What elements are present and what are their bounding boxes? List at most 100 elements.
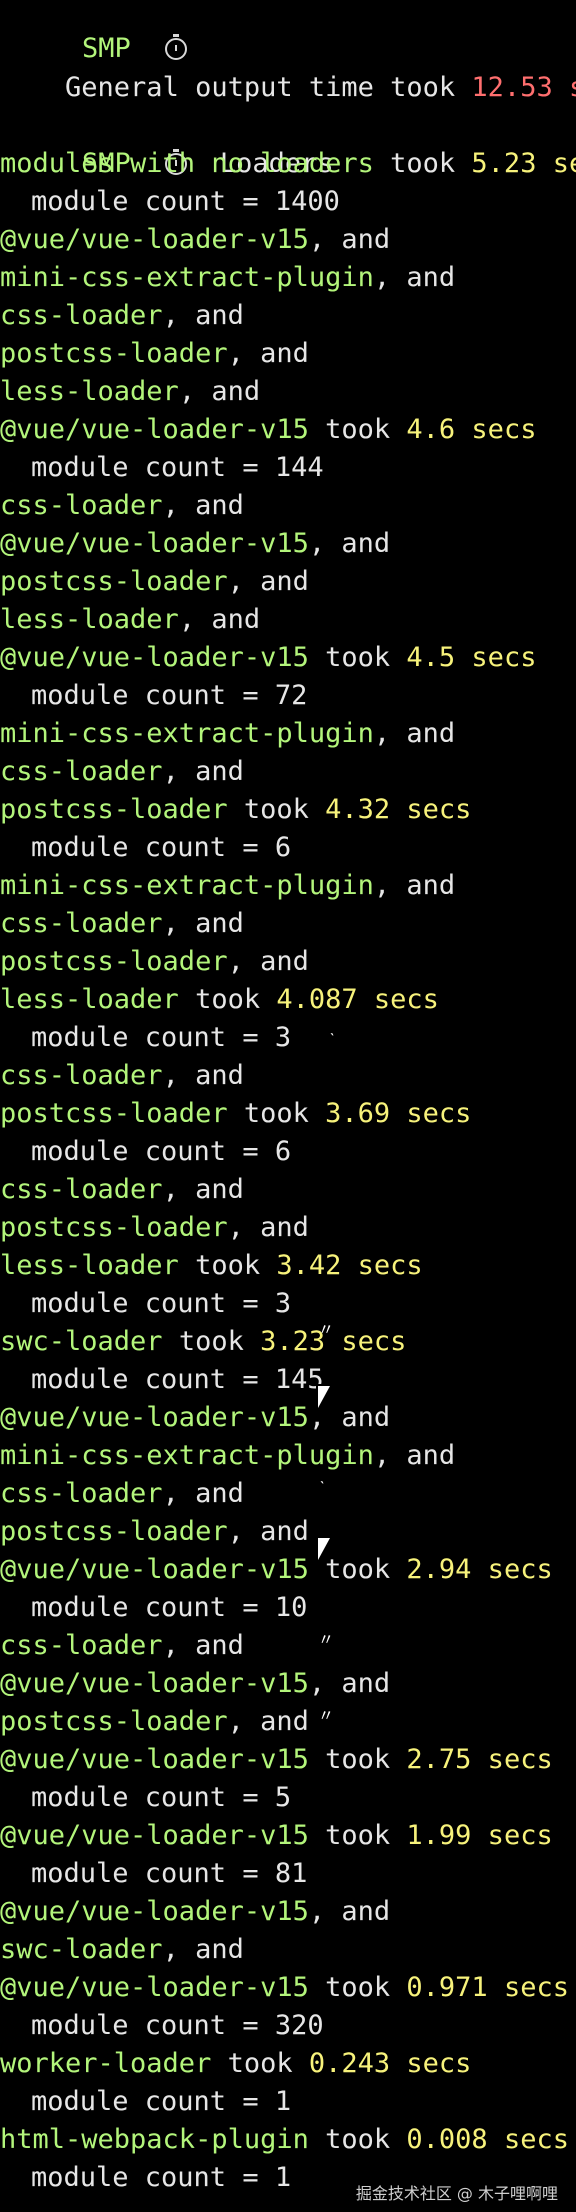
text-segment: , and — [178, 604, 261, 635]
loader-time: 4.32 secs — [325, 794, 472, 825]
cursor-trail-mark: ˋ — [318, 1478, 328, 1497]
text-segment: , and — [373, 262, 456, 293]
text-segment: , and — [227, 946, 309, 977]
loader-name: postcss-loader — [0, 1098, 228, 1129]
loader-timing-line: swc-loader, and — [0, 1931, 244, 1969]
text-segment: , and — [373, 870, 456, 901]
module-count-line: module count = 1 — [0, 2083, 291, 2121]
text-segment: , and — [373, 718, 456, 749]
loader-timing-line: modules with no loaders took 5.23 secs — [0, 145, 576, 183]
loader-time: 2.75 secs — [406, 1744, 553, 1775]
loader-timing-line: mini-css-extract-plugin, and — [0, 259, 455, 297]
loader-timing-line: less-loader, and — [0, 601, 260, 639]
loader-name: @vue/vue-loader-v15 — [0, 1972, 309, 2003]
loader-time: 0.008 secs — [406, 2124, 569, 2155]
loader-timing-line: @vue/vue-loader-v15 took 2.94 secs — [0, 1551, 553, 1589]
loader-timing-line: swc-loader took 3.23 secs — [0, 1323, 406, 1361]
loader-time: 3.69 secs — [325, 1098, 472, 1129]
module-count-line: module count = 81 — [0, 1855, 307, 1893]
text-segment: , and — [308, 528, 391, 559]
module-count-line: module count = 3 — [0, 1019, 291, 1057]
loader-name: @vue/vue-loader-v15 — [0, 1820, 309, 1851]
loader-time: 0.243 secs — [308, 2048, 472, 2079]
text-segment: , and — [162, 300, 244, 331]
loader-time: 5.23 secs — [471, 148, 576, 179]
text-segment: , and — [227, 338, 309, 369]
cursor-trail-mark: 〃 — [318, 1320, 335, 1339]
module-count-line: module count = 144 — [0, 449, 324, 487]
loader-timing-line: @vue/vue-loader-v15, and — [0, 221, 390, 259]
loader-name: css-loader — [0, 1060, 163, 1091]
loader-timing-line: @vue/vue-loader-v15 took 4.5 secs — [0, 639, 536, 677]
loader-timing-line: css-loader, and — [0, 1475, 244, 1513]
loader-name: mini-css-extract-plugin — [0, 870, 374, 901]
loader-name: @vue/vue-loader-v15 — [0, 414, 309, 445]
text-segment: took — [178, 1250, 277, 1281]
loader-name: html-webpack-plugin — [0, 2124, 309, 2155]
text-segment: , and — [162, 490, 244, 521]
loader-timing-line: mini-css-extract-plugin, and — [0, 715, 455, 753]
loader-timing-line: less-loader took 3.42 secs — [0, 1247, 423, 1285]
loader-timing-line: css-loader, and — [0, 1057, 244, 1095]
loader-timing-line: less-loader, and — [0, 373, 260, 411]
text-segment: took — [308, 414, 407, 445]
text-segment: took — [308, 642, 407, 673]
loader-timing-line: @vue/vue-loader-v15, and — [0, 1399, 390, 1437]
module-count-line: module count = 6 — [0, 829, 291, 867]
loader-timing-line: html-webpack-plugin took 0.008 secs — [0, 2121, 569, 2159]
text-segment: , and — [227, 1706, 309, 1737]
general-output-text: General output time took — [65, 72, 472, 103]
loader-name: modules with no loaders — [0, 148, 374, 179]
loader-timing-line: css-loader, and — [0, 753, 244, 791]
loader-timing-line: css-loader, and — [0, 1627, 244, 1665]
loader-name: less-loader — [0, 984, 179, 1015]
loader-timing-line: postcss-loader took 4.32 secs — [0, 791, 471, 829]
loader-timing-line: postcss-loader, and — [0, 1703, 309, 1741]
loader-name: worker-loader — [0, 2048, 212, 2079]
loader-name: @vue/vue-loader-v15 — [0, 1554, 309, 1585]
text-segment: , and — [308, 1668, 391, 1699]
loader-timing-line: postcss-loader, and — [0, 943, 309, 981]
loader-name: less-loader — [0, 1250, 179, 1281]
text-segment: , and — [162, 1174, 244, 1205]
loader-name: less-loader — [0, 376, 179, 407]
text-segment: took — [373, 148, 472, 179]
loader-timing-line: css-loader, and — [0, 905, 244, 943]
module-count-line: module count = 1 — [0, 2159, 291, 2197]
loader-name: postcss-loader — [0, 1212, 228, 1243]
cursor-trail-mark: ˋ — [328, 1030, 338, 1049]
loader-time: 2.94 secs — [406, 1554, 553, 1585]
loader-name: @vue/vue-loader-v15 — [0, 224, 309, 255]
cursor-trail-mark: 〃 — [318, 1706, 335, 1725]
loader-timing-line: @vue/vue-loader-v15 took 2.75 secs — [0, 1741, 553, 1779]
module-count-line: module count = 3 — [0, 1285, 291, 1323]
loader-name: less-loader — [0, 604, 179, 635]
loader-timing-line: postcss-loader, and — [0, 1209, 309, 1247]
loader-timing-line: mini-css-extract-plugin, and — [0, 867, 455, 905]
loader-timing-line: @vue/vue-loader-v15, and — [0, 1665, 390, 1703]
text-segment: , and — [308, 224, 391, 255]
loader-timing-line: @vue/vue-loader-v15 took 0.971 secs — [0, 1969, 569, 2007]
loader-name: postcss-loader — [0, 794, 228, 825]
loader-name: mini-css-extract-plugin — [0, 718, 374, 749]
loader-timing-line: @vue/vue-loader-v15 took 1.99 secs — [0, 1817, 553, 1855]
text-segment: took — [178, 984, 277, 1015]
module-count: module count = 72 — [31, 680, 308, 711]
smp-header: SMP — [0, 0, 188, 64]
loader-name: @vue/vue-loader-v15 — [0, 1668, 309, 1699]
loader-timing-line: less-loader took 4.087 secs — [0, 981, 439, 1019]
loader-timing-line: worker-loader took 0.243 secs — [0, 2045, 471, 2083]
module-count: module count = 320 — [31, 2010, 324, 2041]
loader-name: css-loader — [0, 1478, 163, 1509]
text-segment: took — [227, 794, 326, 825]
loader-name: @vue/vue-loader-v15 — [0, 1744, 309, 1775]
loader-timing-line: @vue/vue-loader-v15, and — [0, 1893, 390, 1931]
module-count: module count = 10 — [31, 1592, 308, 1623]
loader-name: postcss-loader — [0, 338, 228, 369]
loaders-header: SMP Loaders — [0, 107, 334, 179]
module-count-line: module count = 72 — [0, 677, 307, 715]
text-segment: , and — [373, 1440, 456, 1471]
loader-name: postcss-loader — [0, 1706, 228, 1737]
loader-name: postcss-loader — [0, 566, 228, 597]
text-segment: , and — [162, 756, 244, 787]
